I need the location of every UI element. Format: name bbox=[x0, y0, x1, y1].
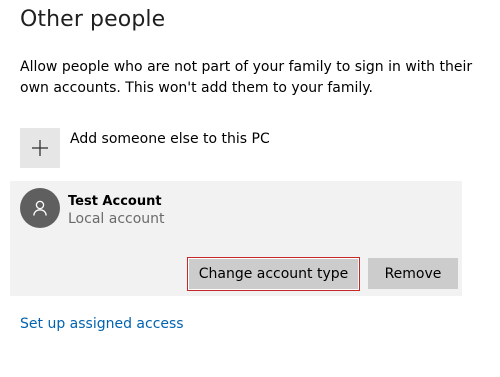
person-icon bbox=[33, 200, 47, 216]
add-tile[interactable] bbox=[20, 128, 60, 168]
avatar bbox=[20, 188, 60, 228]
remove-button[interactable]: Remove bbox=[368, 258, 458, 289]
add-someone-label[interactable]: Add someone else to this PC bbox=[70, 131, 270, 147]
account-panel[interactable]: Test Account Local account Change accoun… bbox=[10, 181, 462, 296]
change-account-type-button[interactable]: Change account type bbox=[187, 257, 360, 291]
page-title: Other people bbox=[20, 7, 166, 32]
account-name: Test Account bbox=[68, 194, 162, 209]
other-people-settings: Other people Allow people who are not pa… bbox=[0, 0, 500, 377]
plus-icon bbox=[32, 140, 48, 156]
set-up-assigned-access-link[interactable]: Set up assigned access bbox=[20, 316, 184, 332]
add-someone-button[interactable]: Add someone else to this PC bbox=[20, 128, 270, 168]
account-type: Local account bbox=[68, 211, 165, 227]
section-description: Allow people who are not part of your fa… bbox=[20, 59, 473, 96]
